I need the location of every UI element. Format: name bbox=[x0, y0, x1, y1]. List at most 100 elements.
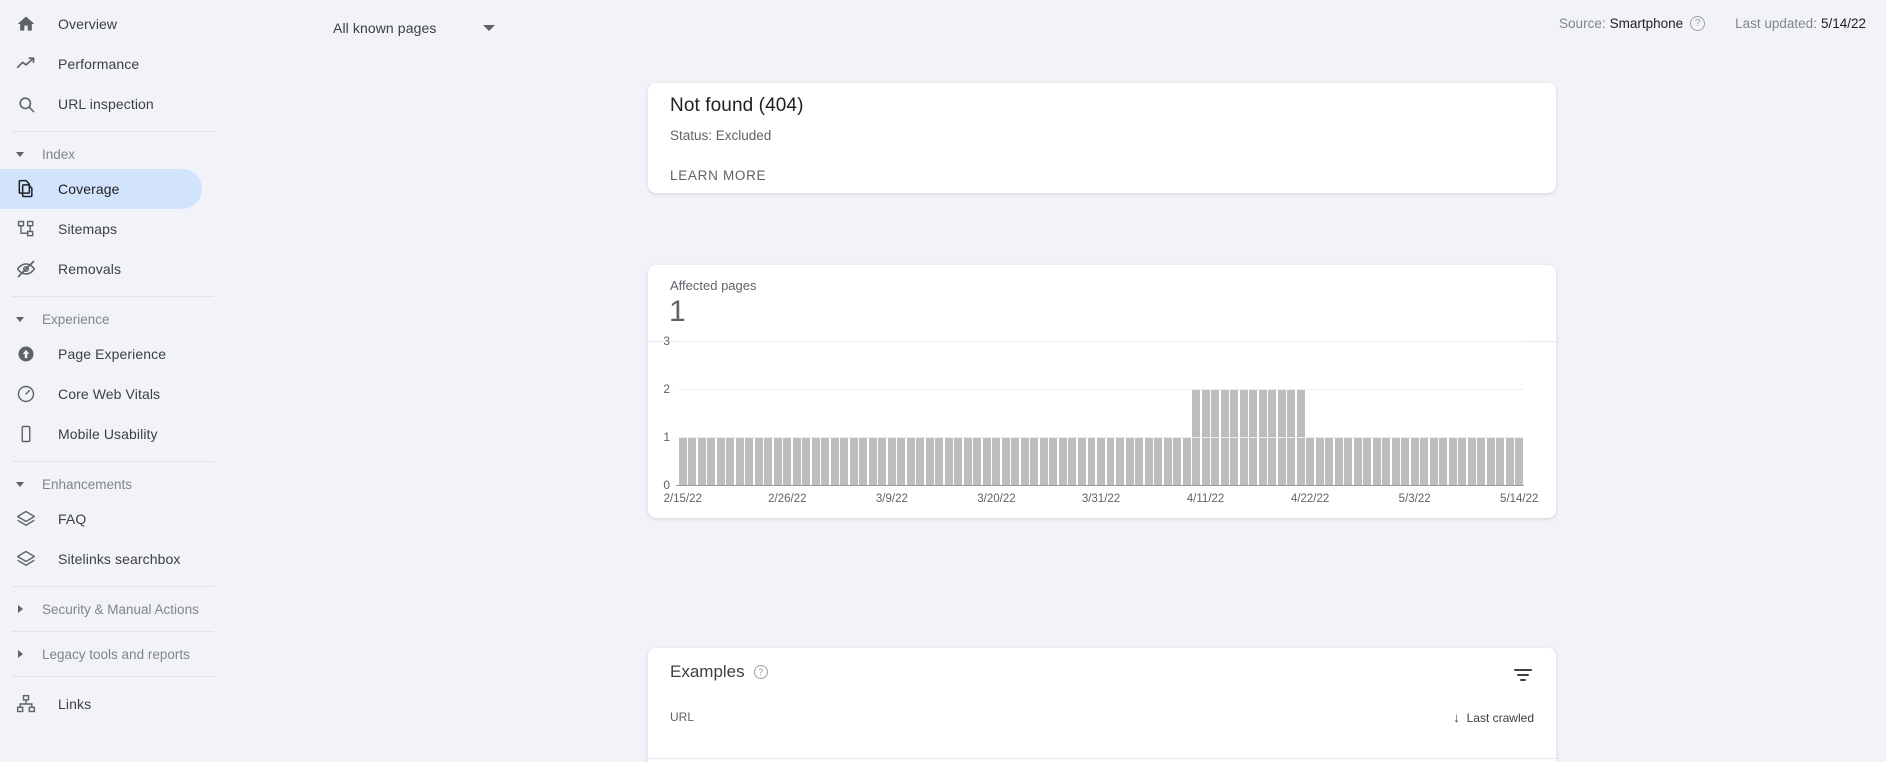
chart-bar[interactable] bbox=[678, 437, 687, 485]
chart-bar[interactable] bbox=[811, 437, 820, 485]
chart-bar[interactable] bbox=[973, 437, 982, 485]
chart-bar[interactable] bbox=[878, 437, 887, 485]
chart-bar[interactable] bbox=[1486, 437, 1495, 485]
chart-bar[interactable] bbox=[1448, 437, 1457, 485]
filter-icon[interactable] bbox=[1512, 664, 1534, 686]
sidebar-item-coverage[interactable]: Coverage bbox=[0, 169, 202, 209]
chart-bar[interactable] bbox=[735, 437, 744, 485]
help-icon[interactable]: ? bbox=[1690, 16, 1706, 31]
chart-bar[interactable] bbox=[1515, 437, 1524, 485]
bar-chart[interactable]: 0 1 2 3 2/15/22 2/26/22 3/9/22 3/20/22 3/31/22 4/… bbox=[648, 334, 1556, 518]
chart-bar[interactable] bbox=[1401, 437, 1410, 485]
sidebar-group-enhancements[interactable]: Enhancements bbox=[0, 469, 258, 499]
chart-bar[interactable] bbox=[982, 437, 991, 485]
chart-bar[interactable] bbox=[1496, 437, 1505, 485]
chart-bar[interactable] bbox=[1439, 437, 1448, 485]
chart-bar[interactable] bbox=[1125, 437, 1134, 485]
chart-bar[interactable] bbox=[1001, 437, 1010, 485]
chart-bar[interactable] bbox=[1467, 437, 1476, 485]
sidebar-item-sitemaps[interactable]: Sitemaps bbox=[0, 209, 202, 249]
chart-bar[interactable] bbox=[792, 437, 801, 485]
sidebar-item-links[interactable]: Links bbox=[0, 684, 202, 724]
sidebar-group-index[interactable]: Index bbox=[0, 139, 258, 169]
chart-bar[interactable] bbox=[688, 437, 697, 485]
chart-bar[interactable] bbox=[783, 437, 792, 485]
chart-bar[interactable] bbox=[1087, 437, 1096, 485]
chart-bar[interactable] bbox=[1049, 437, 1058, 485]
chart-bar[interactable] bbox=[716, 437, 725, 485]
chart-bar[interactable] bbox=[1058, 437, 1067, 485]
chart-bar[interactable] bbox=[726, 437, 735, 485]
chart-bar[interactable] bbox=[1097, 437, 1105, 485]
chart-bar[interactable] bbox=[1135, 437, 1143, 485]
chart-bar[interactable] bbox=[764, 437, 773, 485]
affected-pages-value[interactable]: 1 bbox=[669, 295, 686, 329]
chart-bar[interactable] bbox=[887, 437, 896, 485]
chart-bar[interactable] bbox=[1391, 437, 1400, 485]
column-header-last-crawled[interactable]: ↓ Last crawled bbox=[1453, 710, 1534, 725]
chart-bar[interactable] bbox=[1144, 437, 1153, 485]
chart-bar[interactable] bbox=[1306, 437, 1315, 485]
chart-bar[interactable] bbox=[1344, 437, 1353, 485]
chart-bar[interactable] bbox=[1372, 437, 1381, 485]
sidebar-item-faq[interactable]: FAQ bbox=[0, 499, 202, 539]
chart-bar[interactable] bbox=[1363, 437, 1372, 485]
sidebar-item-url-inspection[interactable]: URL inspection bbox=[0, 84, 202, 124]
sidebar-item-mobile-usability[interactable]: Mobile Usability bbox=[0, 414, 202, 454]
chart-bar[interactable] bbox=[1039, 437, 1048, 485]
chart-bar[interactable] bbox=[773, 437, 782, 485]
chart-bar[interactable] bbox=[1068, 437, 1077, 485]
chart-bar[interactable] bbox=[906, 437, 915, 485]
chart-bar[interactable] bbox=[935, 437, 944, 485]
chart-bar[interactable] bbox=[1077, 437, 1086, 485]
chart-bar[interactable] bbox=[802, 437, 811, 485]
sidebar-group-legacy-tools-and-reports[interactable]: Legacy tools and reports bbox=[0, 639, 258, 669]
chart-bar[interactable] bbox=[1410, 437, 1419, 485]
sidebar-item-overview[interactable]: Overview bbox=[0, 4, 202, 44]
chart-bar[interactable] bbox=[1458, 437, 1467, 485]
page-selector-dropdown[interactable]: All known pages bbox=[333, 10, 496, 46]
chart-bar[interactable] bbox=[916, 437, 925, 485]
chart-bar[interactable] bbox=[859, 437, 868, 485]
chart-bar[interactable] bbox=[697, 437, 706, 485]
chart-bar[interactable] bbox=[1020, 437, 1029, 485]
sidebar-item-page-experience[interactable]: Page Experience bbox=[0, 334, 202, 374]
chart-bar[interactable] bbox=[1011, 437, 1020, 485]
chart-bar[interactable] bbox=[992, 437, 1001, 485]
chart-bar[interactable] bbox=[1420, 437, 1429, 485]
chart-bar[interactable] bbox=[1116, 437, 1124, 485]
chart-bar[interactable] bbox=[745, 437, 754, 485]
chart-bar[interactable] bbox=[1429, 437, 1438, 485]
chart-bar[interactable] bbox=[868, 437, 877, 485]
chart-bar[interactable] bbox=[830, 437, 839, 485]
chart-bar[interactable] bbox=[897, 437, 906, 485]
column-header-url[interactable]: URL bbox=[670, 710, 694, 724]
chart-bar[interactable] bbox=[754, 437, 763, 485]
chart-bar[interactable] bbox=[1030, 437, 1039, 485]
chart-bar[interactable] bbox=[1315, 437, 1324, 485]
chart-bar[interactable] bbox=[840, 437, 849, 485]
sidebar-item-removals[interactable]: Removals bbox=[0, 249, 202, 289]
sidebar-item-performance[interactable]: Performance bbox=[0, 44, 202, 84]
help-icon[interactable]: ? bbox=[753, 665, 768, 679]
chart-bar[interactable] bbox=[1477, 437, 1486, 485]
chart-bar[interactable] bbox=[944, 437, 953, 485]
chart-bar[interactable] bbox=[1505, 437, 1514, 485]
chart-bar[interactable] bbox=[1334, 437, 1343, 485]
chart-bar[interactable] bbox=[1163, 437, 1172, 485]
sidebar-item-sitelinks-searchbox[interactable]: Sitelinks searchbox bbox=[0, 539, 202, 579]
chart-bar[interactable] bbox=[707, 437, 716, 485]
chart-bar[interactable] bbox=[849, 437, 858, 485]
chart-bar[interactable] bbox=[1106, 437, 1115, 485]
sidebar-group-security-manual-actions[interactable]: Security & Manual Actions bbox=[0, 594, 258, 624]
chart-bar[interactable] bbox=[1382, 437, 1391, 485]
chart-bar[interactable] bbox=[963, 437, 972, 485]
chart-bar[interactable] bbox=[1353, 437, 1362, 485]
sidebar-group-experience[interactable]: Experience bbox=[0, 304, 258, 334]
chart-bar[interactable] bbox=[925, 437, 934, 485]
sidebar-item-core-web-vitals[interactable]: Core Web Vitals bbox=[0, 374, 202, 414]
chart-bar[interactable] bbox=[1325, 437, 1334, 485]
chart-bar[interactable] bbox=[1173, 437, 1182, 485]
chart-bar[interactable] bbox=[954, 437, 963, 485]
chart-bar[interactable] bbox=[821, 437, 830, 485]
